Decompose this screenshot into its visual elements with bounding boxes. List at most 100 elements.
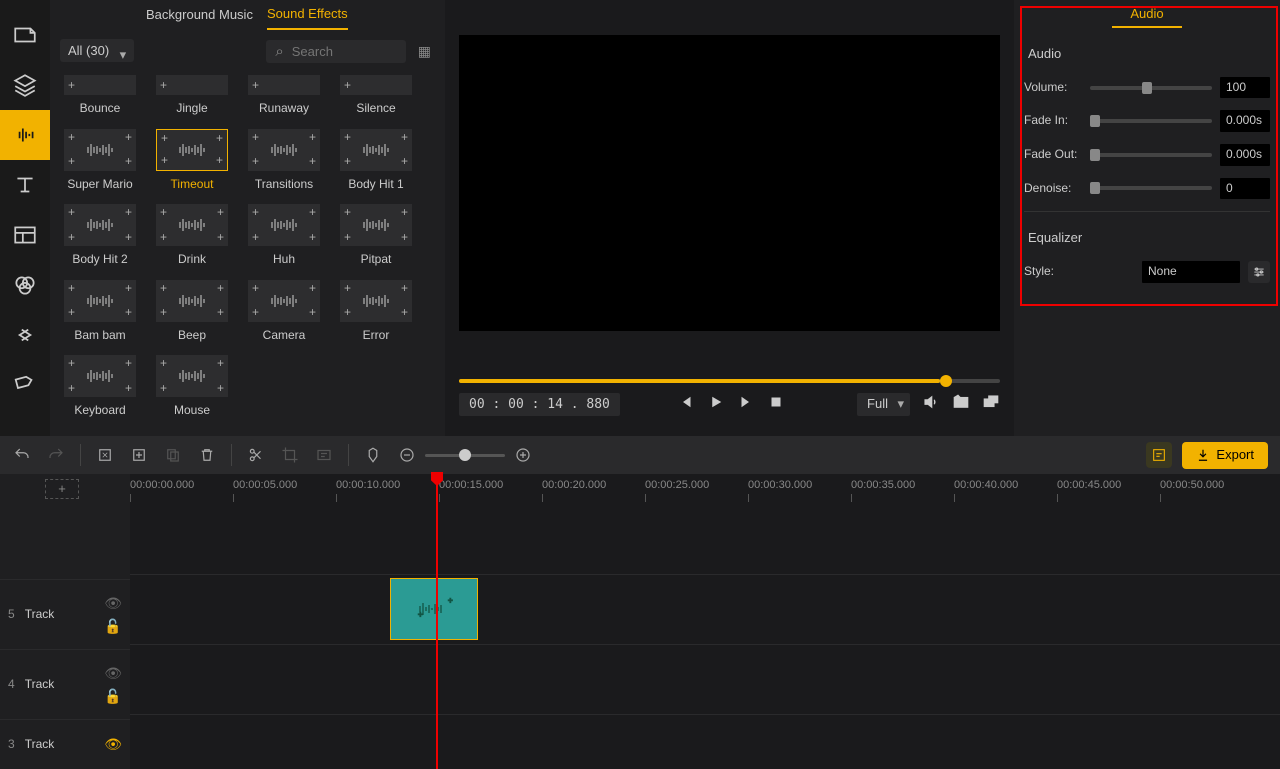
volume-slider[interactable] [1090,86,1212,90]
copy-icon[interactable] [163,445,183,465]
marker-icon[interactable] [363,445,383,465]
track-visibility-icon[interactable]: 👁 [104,735,122,753]
fx-item[interactable]: +Silence [336,75,416,117]
style-label: Style: [1024,264,1082,280]
fx-label: Transitions [255,177,313,193]
timeline: + 5 Track 👁🔓 4 Track 👁🔓 3 Track 👁 00:00:… [0,474,1280,769]
fadein-label: Fade In: [1024,113,1082,129]
fx-label: Drink [178,252,206,268]
fx-item[interactable]: ++++Beep [152,280,232,344]
track-header-5[interactable]: 5 Track 👁🔓 [0,579,130,649]
fx-item[interactable]: ++++Huh [244,204,324,268]
rail-text[interactable] [0,160,50,210]
play-icon[interactable] [707,393,725,416]
fx-item[interactable]: +Runaway [244,75,324,117]
rail-templates[interactable] [0,210,50,260]
denoise-value[interactable]: 0 [1220,178,1270,200]
fx-label: Bam bam [74,328,125,344]
equalizer-settings-button[interactable] [1248,261,1270,283]
fadein-value[interactable]: 0.000s [1220,110,1270,132]
mark-out-icon[interactable] [129,445,149,465]
ruler-tick: 00:00:10.000 [336,478,400,492]
seek-bar[interactable] [459,379,1000,383]
denoise-slider[interactable] [1090,186,1212,190]
fx-item[interactable]: ++++Pitpat [336,204,416,268]
export-settings-icon[interactable] [1146,442,1172,468]
fx-item[interactable]: ++++Drink [152,204,232,268]
fx-item[interactable]: ++++Error [336,280,416,344]
volume-value[interactable]: 100 [1220,77,1270,99]
fx-item[interactable]: ++++Timeout [152,129,232,193]
timeline-ruler[interactable]: 00:00:00.00000:00:05.00000:00:10.00000:0… [130,474,1280,504]
ruler-tick: 00:00:05.000 [233,478,297,492]
undo-icon[interactable] [12,445,32,465]
fx-item[interactable]: ++++Mouse [152,355,232,419]
fullscreen-icon[interactable] [982,393,1000,416]
fx-item[interactable]: +Jingle [152,75,232,117]
fx-item[interactable]: ++++Body Hit 1 [336,129,416,193]
snapshot-icon[interactable] [952,393,970,416]
fx-item[interactable]: ++++Bam bam [60,280,140,344]
fx-item[interactable]: +Bounce [60,75,140,117]
stop-icon[interactable] [767,393,785,416]
rail-transitions[interactable] [0,310,50,360]
track-visibility-icon[interactable]: 👁 [104,664,122,682]
fadeout-slider[interactable] [1090,153,1212,157]
volume-label: Volume: [1024,80,1082,96]
ruler-tick: 00:00:45.000 [1057,478,1121,492]
next-frame-icon[interactable] [737,393,755,416]
fadeout-value[interactable]: 0.000s [1220,144,1270,166]
zoom-in-icon[interactable] [513,445,533,465]
rail-layers[interactable] [0,60,50,110]
search-input[interactable] [266,40,406,63]
fx-item[interactable]: ++++Super Mario [60,129,140,193]
track-lock-icon[interactable]: 🔓 [104,617,122,635]
rail-filters[interactable] [0,260,50,310]
track-header-4[interactable]: 4 Track 👁🔓 [0,649,130,719]
ruler-tick: 00:00:50.000 [1160,478,1224,492]
add-track-button[interactable]: + [45,479,79,499]
rail-elements[interactable] [0,360,50,410]
track-header-3[interactable]: 3 Track 👁 [0,719,130,769]
zoom-out-icon[interactable] [397,445,417,465]
category-select[interactable]: All (30) [60,43,134,60]
split-icon[interactable] [246,445,266,465]
ruler-tick: 00:00:40.000 [954,478,1018,492]
audio-clip[interactable]: ++ [390,578,478,640]
fx-item[interactable]: ++++Keyboard [60,355,140,419]
ruler-tick: 00:00:30.000 [748,478,812,492]
style-select[interactable]: None [1142,261,1240,283]
fx-item[interactable]: ++++Body Hit 2 [60,204,140,268]
rail-media[interactable] [0,10,50,60]
prev-frame-icon[interactable] [677,393,695,416]
export-button[interactable]: Export [1182,442,1268,469]
zoom-slider[interactable] [425,454,505,457]
tab-sound-effects[interactable]: Sound Effects [267,6,348,31]
fx-item[interactable]: ++++Camera [244,280,324,344]
fx-item[interactable]: ++++Transitions [244,129,324,193]
redo-icon[interactable] [46,445,66,465]
tab-background-music[interactable]: Background Music [146,7,253,30]
track-row-3[interactable] [130,714,1280,764]
mark-in-icon[interactable] [95,445,115,465]
volume-icon[interactable] [922,393,940,416]
playhead[interactable] [436,474,438,769]
track-visibility-icon[interactable]: 👁 [104,594,122,612]
track-row-5[interactable]: ++ [130,574,1280,644]
crop-icon[interactable] [280,445,300,465]
rail-audio[interactable] [0,110,50,160]
preview-panel: 00 : 00 : 14 . 880 Full [445,0,1014,436]
preview-video[interactable] [459,35,1000,331]
track-row-4[interactable] [130,644,1280,714]
grid-view-icon[interactable]: ▦ [414,42,435,60]
fx-label: Jingle [176,101,207,117]
fadein-slider[interactable] [1090,119,1212,123]
properties-tab-audio[interactable]: Audio [1024,0,1270,34]
ruler-tick: 00:00:35.000 [851,478,915,492]
fx-label: Pitpat [361,252,392,268]
view-mode-select[interactable]: Full [857,393,910,416]
speed-icon[interactable] [314,445,334,465]
track-lock-icon[interactable]: 🔓 [104,687,122,705]
delete-icon[interactable] [197,445,217,465]
timeline-zoom [397,445,533,465]
